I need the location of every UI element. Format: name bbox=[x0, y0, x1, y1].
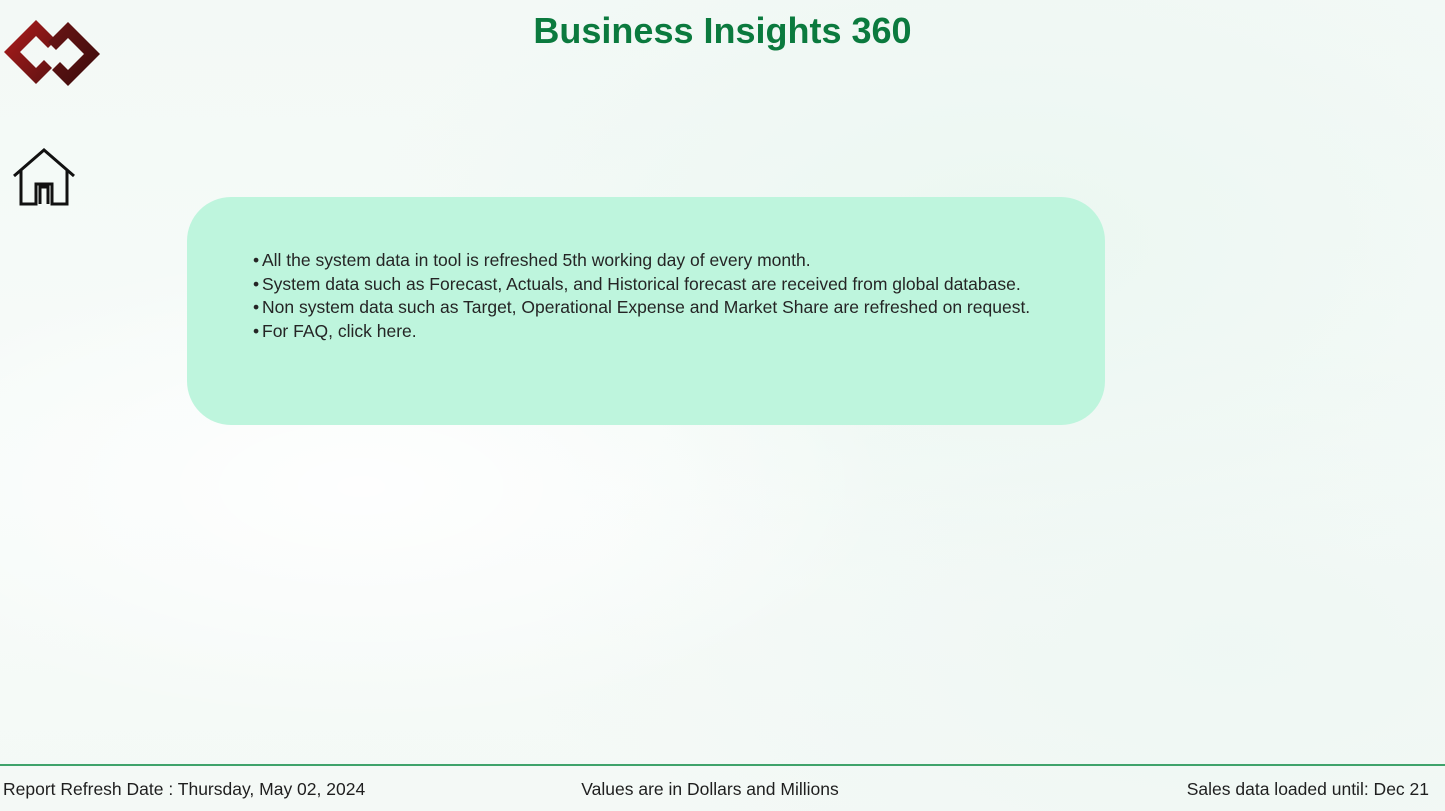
info-item-system-data: • System data such as Forecast, Actuals, … bbox=[253, 273, 1105, 297]
info-item-text: System data such as Forecast, Actuals, a… bbox=[262, 273, 1021, 294]
home-icon bbox=[13, 148, 75, 206]
page-title: Business Insights 360 bbox=[533, 10, 912, 51]
info-item-faq-link[interactable]: • For FAQ, click here. bbox=[253, 320, 1105, 344]
bullet: • bbox=[253, 297, 260, 317]
info-card: • All the system data in tool is refreshe… bbox=[187, 197, 1105, 425]
bullet: • bbox=[253, 250, 260, 270]
bullet: • bbox=[253, 320, 260, 341]
info-item-text: Non system data such as Target, Operatio… bbox=[262, 297, 1031, 317]
bullet: • bbox=[253, 273, 260, 294]
info-item-non-system-data: • Non system data such as Target, Operati… bbox=[253, 296, 1105, 320]
footer-divider bbox=[0, 764, 1445, 766]
sales-loaded-note: Sales data loaded until: Dec 21 bbox=[1186, 779, 1429, 799]
home-button[interactable] bbox=[12, 147, 76, 207]
footer-bar: Report Refresh Date : Thursday, May 02, … bbox=[0, 779, 1445, 805]
info-item-text: All the system data in tool is refreshed… bbox=[262, 250, 811, 270]
faq-link[interactable]: For FAQ, click here. bbox=[262, 321, 417, 341]
info-item-refresh-schedule: • All the system data in tool is refreshe… bbox=[253, 249, 1105, 273]
info-list: • All the system data in tool is refreshe… bbox=[253, 249, 1105, 343]
